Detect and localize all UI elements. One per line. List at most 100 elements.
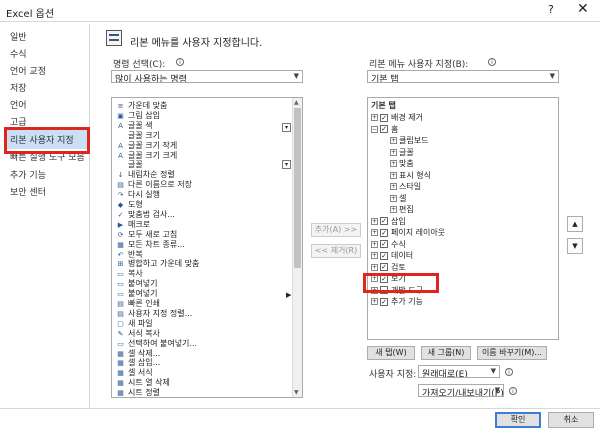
remove-button[interactable]: << 제거(R) — [311, 244, 361, 258]
list-item[interactable]: ▤ 사용자 지정 정렬... — [116, 308, 192, 318]
expand-icon[interactable]: + — [371, 114, 378, 121]
command-icon: ▦ — [117, 369, 124, 378]
checkbox[interactable]: ✓ — [380, 125, 388, 133]
expand-icon[interactable]: + — [390, 183, 397, 190]
list-item[interactable]: ▶ 매크로 — [116, 219, 150, 229]
reset-select[interactable]: 원래대로(E) ▼ — [418, 365, 500, 378]
import-export-select[interactable]: 가져오기/내보내기(P) ▼ — [418, 384, 504, 397]
command-label: 모두 새로 고침 — [128, 229, 178, 239]
tree-item[interactable]: + ✓ 데이터 — [371, 250, 413, 260]
list-item[interactable]: A 글꼴 색 — [116, 120, 153, 130]
list-item[interactable]: ↶ 반복 — [116, 249, 143, 259]
expand-icon[interactable]: − — [371, 125, 378, 133]
sidebar-item-save[interactable]: 저장 — [10, 81, 27, 94]
rename-button[interactable]: 이름 바꾸기(M)... — [477, 346, 547, 360]
expand-icon[interactable]: + — [371, 240, 378, 248]
list-item[interactable]: ▦ 셀 삭제... — [116, 348, 160, 358]
expand-icon[interactable]: + — [371, 252, 378, 259]
new-group-button[interactable]: 새 그룹(N) — [421, 346, 471, 360]
checkbox[interactable]: ✓ — [380, 217, 388, 225]
expand-icon[interactable]: + — [390, 160, 397, 167]
list-item[interactable]: 글꼴 — [116, 159, 143, 169]
list-item[interactable]: ▭ 선택하여 붙여넣기... — [116, 338, 197, 348]
list-item[interactable]: ✎ 서식 복사 — [116, 328, 160, 338]
list-item[interactable]: ▦ 시트 열 삭제 — [116, 377, 170, 387]
list-item[interactable]: ▤ 다른 이름으로 저장 — [116, 179, 192, 189]
checkbox[interactable]: ✓ — [380, 263, 388, 271]
move-down-icon[interactable]: ▼ — [567, 238, 583, 254]
list-item[interactable]: ▭ 붙여넣기 — [116, 278, 157, 288]
tree-item[interactable]: + ✓ 삽입 — [371, 216, 406, 226]
tree-item[interactable]: + 표시 형식 — [390, 170, 431, 180]
list-item[interactable]: ▦ 셀 삽입... — [116, 357, 160, 367]
expand-icon[interactable]: + — [390, 148, 397, 156]
list-item[interactable]: ▦ 시트 정렬 — [116, 387, 160, 397]
tree-item[interactable]: + 맞춤 — [390, 158, 414, 168]
list-item[interactable]: ⊞ 병합하고 가운데 맞춤 — [116, 258, 200, 268]
list-item[interactable]: A 글꼴 크기 작게 — [116, 140, 177, 150]
list-item[interactable]: ▤ 빠른 인쇄 — [116, 298, 160, 308]
list-item[interactable]: ✓ 맞춤법 검사... — [116, 209, 175, 219]
sidebar-item-add-ins[interactable]: 추가 기능 — [10, 168, 46, 181]
new-tab-button[interactable]: 새 탭(W) — [367, 346, 415, 360]
list-item[interactable]: ▭ 복사 — [116, 268, 143, 278]
list-item[interactable]: ◆ 도형 — [116, 199, 143, 209]
list-item[interactable]: 글꼴 크기 — [116, 130, 160, 140]
expand-icon[interactable]: + — [371, 298, 378, 305]
scroll-thumb[interactable] — [294, 108, 301, 268]
tree-item[interactable]: + 스타일 — [390, 181, 421, 191]
sidebar-item-general[interactable]: 일반 — [10, 30, 27, 43]
choose-commands-select[interactable]: 많이 사용하는 명령 ▼ — [111, 70, 303, 83]
sidebar-item-proofing[interactable]: 언어 교정 — [10, 64, 46, 77]
list-item[interactable]: ▢ 새 파일 — [116, 318, 152, 328]
command-icon: ▣ — [117, 111, 124, 120]
ok-button[interactable]: 확인 — [495, 412, 541, 428]
list-item[interactable]: ⟳ 모두 새로 고침 — [116, 229, 178, 239]
customize-ribbon-select[interactable]: 기본 탭 ▼ — [367, 70, 559, 83]
add-button[interactable]: 추가(A) >> — [311, 223, 361, 237]
expand-icon[interactable]: + — [390, 137, 397, 144]
commands-list[interactable]: ▲ ▼ ▾ ▾ ▶ ≡ 가운데 맞춤 ▣ 그림 삽입 A 글꼴 색 글꼴 크기 A 글꼴 크기 … — [111, 97, 303, 398]
close-icon[interactable]: ✕ — [577, 1, 589, 17]
checkbox[interactable]: ✓ — [380, 297, 388, 306]
move-up-icon[interactable]: ▲ — [567, 216, 583, 232]
list-item[interactable]: A 글꼴 크기 크게 — [116, 150, 177, 160]
checkbox[interactable]: ✓ — [380, 228, 388, 237]
help-icon[interactable]: ? — [548, 3, 554, 16]
expand-icon[interactable]: + — [371, 263, 378, 271]
tree-item[interactable]: + ✓ 수식 — [371, 239, 406, 249]
tree-item[interactable]: + ✓ 검토 — [371, 262, 406, 272]
tree-item-label: 편집 — [399, 205, 414, 214]
commands-scrollbar[interactable]: ▲ ▼ — [292, 98, 302, 397]
sidebar-item-formulas[interactable]: 수식 — [10, 47, 27, 60]
tree-item[interactable]: + ✓ 추가 기능 — [371, 296, 423, 306]
list-item[interactable]: ↷ 다시 실행 — [116, 189, 160, 199]
scroll-down-icon[interactable]: ▼ — [294, 389, 299, 396]
expand-icon[interactable]: + — [390, 194, 397, 202]
expand-icon[interactable]: + — [390, 206, 397, 213]
tree-item[interactable]: + 글꼴 — [390, 147, 414, 157]
list-item[interactable]: ▣ 그림 삽입 — [116, 110, 160, 120]
ribbon-tabs-tree[interactable]: 기본 탭 + ✓ 배경 제거 − ✓ 홈 + 클립보드 + 글꼴 + 맞춤 + 표시 형식 + 스타일 + 셀 + 편… — [367, 97, 559, 340]
expand-icon[interactable]: + — [371, 229, 378, 236]
tree-item[interactable]: + ✓ 배경 제거 — [371, 112, 423, 122]
expand-icon[interactable]: + — [390, 171, 397, 179]
tree-item[interactable]: + 편집 — [390, 204, 414, 214]
list-item[interactable]: ≡ 가운데 맞춤 — [116, 100, 168, 110]
expand-icon[interactable]: + — [371, 217, 378, 225]
tree-item[interactable]: − ✓ 홈 — [371, 124, 398, 134]
checkbox[interactable]: ✓ — [380, 251, 388, 260]
tree-item[interactable]: + 클립보드 — [390, 135, 428, 145]
list-item[interactable]: ▭ 붙여넣기 — [116, 288, 157, 298]
checkbox[interactable]: ✓ — [380, 113, 388, 122]
list-item[interactable]: ↓ 내림차순 정렬 — [116, 169, 175, 179]
sidebar-item-trust-center[interactable]: 보안 센터 — [10, 185, 46, 198]
tree-item[interactable]: + ✓ 페이지 레이아웃 — [371, 227, 445, 237]
sidebar-item-language[interactable]: 언어 — [10, 98, 27, 111]
scroll-up-icon[interactable]: ▲ — [294, 99, 299, 106]
checkbox[interactable]: ✓ — [380, 240, 388, 248]
list-item[interactable]: ▦ 모든 차트 종류... — [116, 239, 185, 249]
cancel-button[interactable]: 취소 — [548, 412, 594, 428]
list-item[interactable]: ▦ 셀 서식 — [116, 367, 152, 378]
tree-item[interactable]: + 셀 — [390, 193, 406, 203]
